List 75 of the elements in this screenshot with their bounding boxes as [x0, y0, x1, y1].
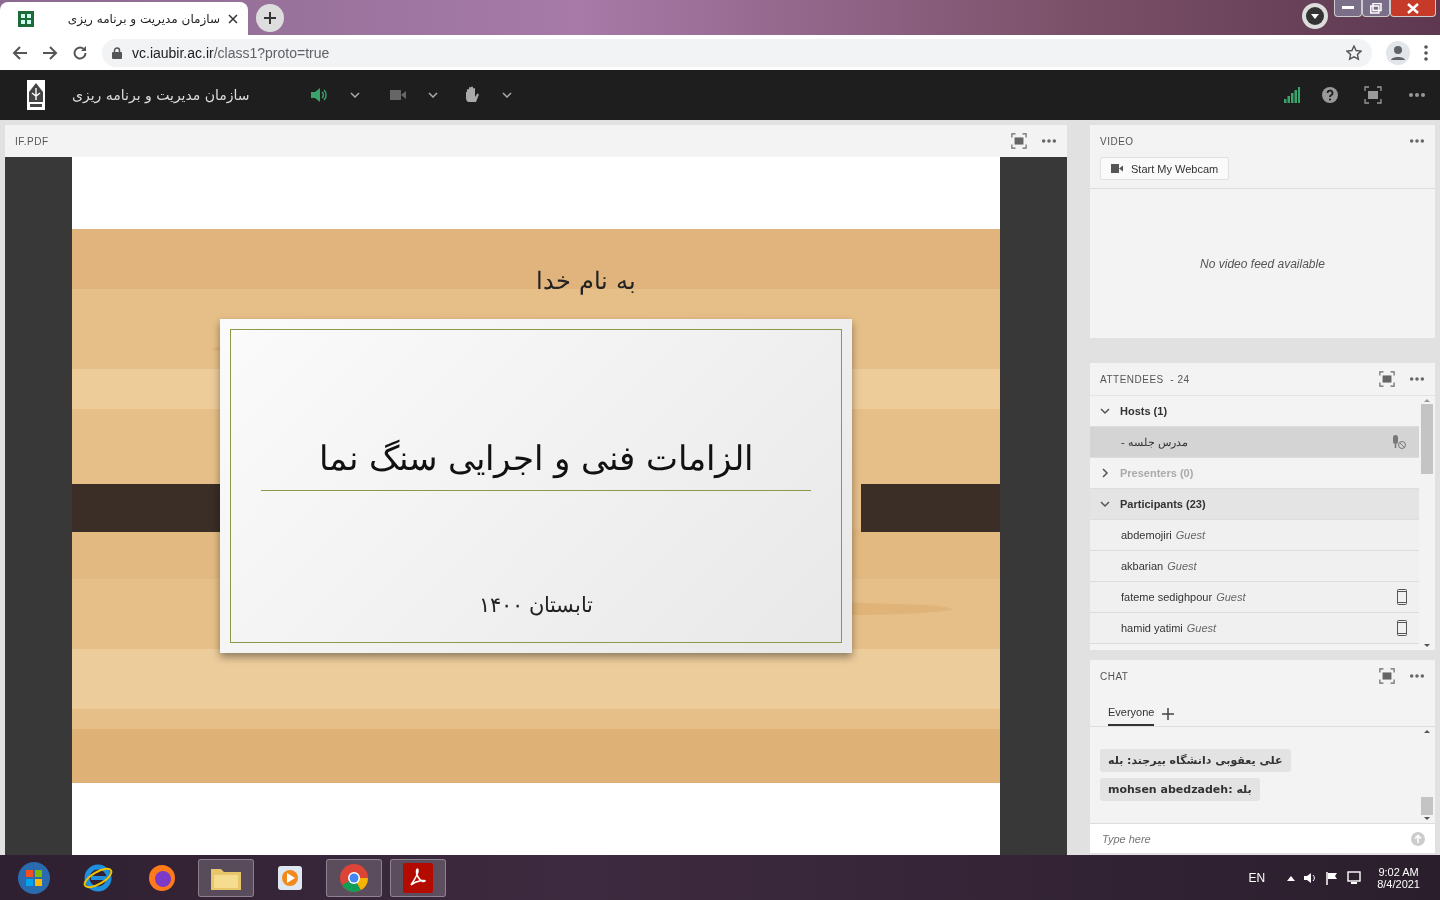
minimize-icon	[1342, 6, 1354, 10]
university-logo-icon	[27, 80, 45, 110]
forward-icon[interactable]	[42, 44, 58, 61]
pod-title: IF.PDF	[15, 135, 50, 147]
chat-tab[interactable]: Everyone	[1108, 706, 1155, 726]
close-icon	[1407, 2, 1419, 14]
star-icon[interactable]	[1346, 44, 1362, 61]
browser-tab[interactable]: سازمان مدیریت و برنامه ریزی	[0, 2, 248, 35]
tab-search-button[interactable]	[1302, 3, 1328, 29]
network-icon[interactable]	[1347, 870, 1362, 885]
volume-icon[interactable]	[1303, 871, 1318, 884]
chevron-down-icon[interactable]	[1100, 499, 1110, 509]
camera-button[interactable]	[389, 89, 406, 101]
meeting-title: سازمان مدیریت و برنامه ریزی	[72, 87, 250, 103]
fullscreen-icon[interactable]	[1011, 133, 1027, 149]
reload-icon[interactable]	[72, 44, 88, 61]
tab-title: سازمان مدیریت و برنامه ریزی	[66, 11, 220, 26]
fullscreen-icon[interactable]	[1364, 86, 1382, 104]
attendee-row[interactable]: مدرس جلسه -	[1090, 427, 1419, 458]
pod-title: ATTENDEES - 24	[1100, 373, 1191, 385]
language-indicator[interactable]: EN	[1248, 870, 1266, 885]
caret-up-icon[interactable]	[1287, 874, 1296, 881]
pod-title: CHAT	[1100, 670, 1130, 682]
pdf-reader-icon[interactable]	[390, 858, 446, 897]
attendee-group-header[interactable]: Participants (23)	[1090, 489, 1419, 520]
pod-title: VIDEO	[1100, 135, 1135, 147]
more-icon[interactable]	[1409, 138, 1425, 144]
chevron-down-icon[interactable]	[349, 92, 360, 98]
slide-title: الزامات فنی و اجرایی سنگ نما	[319, 438, 753, 478]
flag-icon[interactable]	[1325, 870, 1340, 885]
signal-icon[interactable]	[1284, 87, 1300, 103]
menu-icon[interactable]	[1424, 44, 1428, 61]
clock[interactable]: 9:02 AM 8/4/2021	[1377, 865, 1420, 890]
more-icon[interactable]	[1409, 673, 1425, 679]
speaker-button[interactable]	[309, 87, 328, 103]
restore-icon	[1370, 2, 1382, 14]
chevron-down-icon[interactable]	[501, 92, 512, 98]
chevron-down-icon[interactable]	[427, 92, 438, 98]
folder-icon[interactable]	[198, 858, 254, 897]
maximize-button[interactable]	[1362, 0, 1390, 17]
start-webcam-button[interactable]: Start My Webcam	[1100, 157, 1230, 180]
close-window-button[interactable]	[1390, 0, 1436, 17]
minimize-button[interactable]	[1334, 0, 1362, 17]
chevron-down-icon[interactable]	[1100, 406, 1110, 416]
more-icon[interactable]	[1408, 92, 1426, 98]
scroll-thumb[interactable]	[1421, 404, 1433, 474]
close-icon[interactable]	[228, 13, 238, 24]
site-logo-icon	[18, 10, 34, 27]
lock-icon	[112, 46, 122, 59]
chat-message: mohsen abedzadeh: بله	[1100, 778, 1260, 801]
text-input[interactable]: Type here	[1100, 831, 1411, 846]
fullscreen-icon[interactable]	[1379, 668, 1395, 684]
scrollbar[interactable]	[1419, 727, 1435, 823]
scrollbar[interactable]	[1419, 396, 1435, 650]
scroll-down-icon[interactable]	[1423, 642, 1431, 650]
add-icon[interactable]	[1162, 708, 1175, 720]
more-icon[interactable]	[1041, 138, 1057, 144]
chat-input-field[interactable]: Type here	[1090, 823, 1435, 853]
more-icon[interactable]	[1409, 376, 1425, 382]
raise-hand-button[interactable]	[463, 86, 480, 104]
chat-message: علی یعقوبی دانشگاه بیرجند: بله	[1100, 749, 1291, 772]
no-video-message: No video feed available	[1200, 256, 1325, 271]
fullscreen-icon[interactable]	[1379, 371, 1395, 387]
profile-icon[interactable]	[1386, 40, 1410, 65]
slide-heading: به نام خدا	[536, 267, 636, 295]
plus-icon	[263, 11, 277, 25]
chrome-icon[interactable]	[326, 858, 382, 897]
back-icon[interactable]	[12, 44, 28, 61]
slide-subtitle: تابستان ۱۴۰۰	[478, 593, 594, 617]
scroll-thumb[interactable]	[1421, 797, 1433, 815]
new-tab-button[interactable]	[256, 4, 284, 32]
scroll-up-icon[interactable]	[1423, 727, 1431, 735]
camera-icon	[1111, 164, 1123, 173]
address-bar[interactable]: vc.iaubir.ac.ir/class1?proto=true	[102, 38, 1372, 67]
help-icon[interactable]	[1322, 87, 1338, 103]
